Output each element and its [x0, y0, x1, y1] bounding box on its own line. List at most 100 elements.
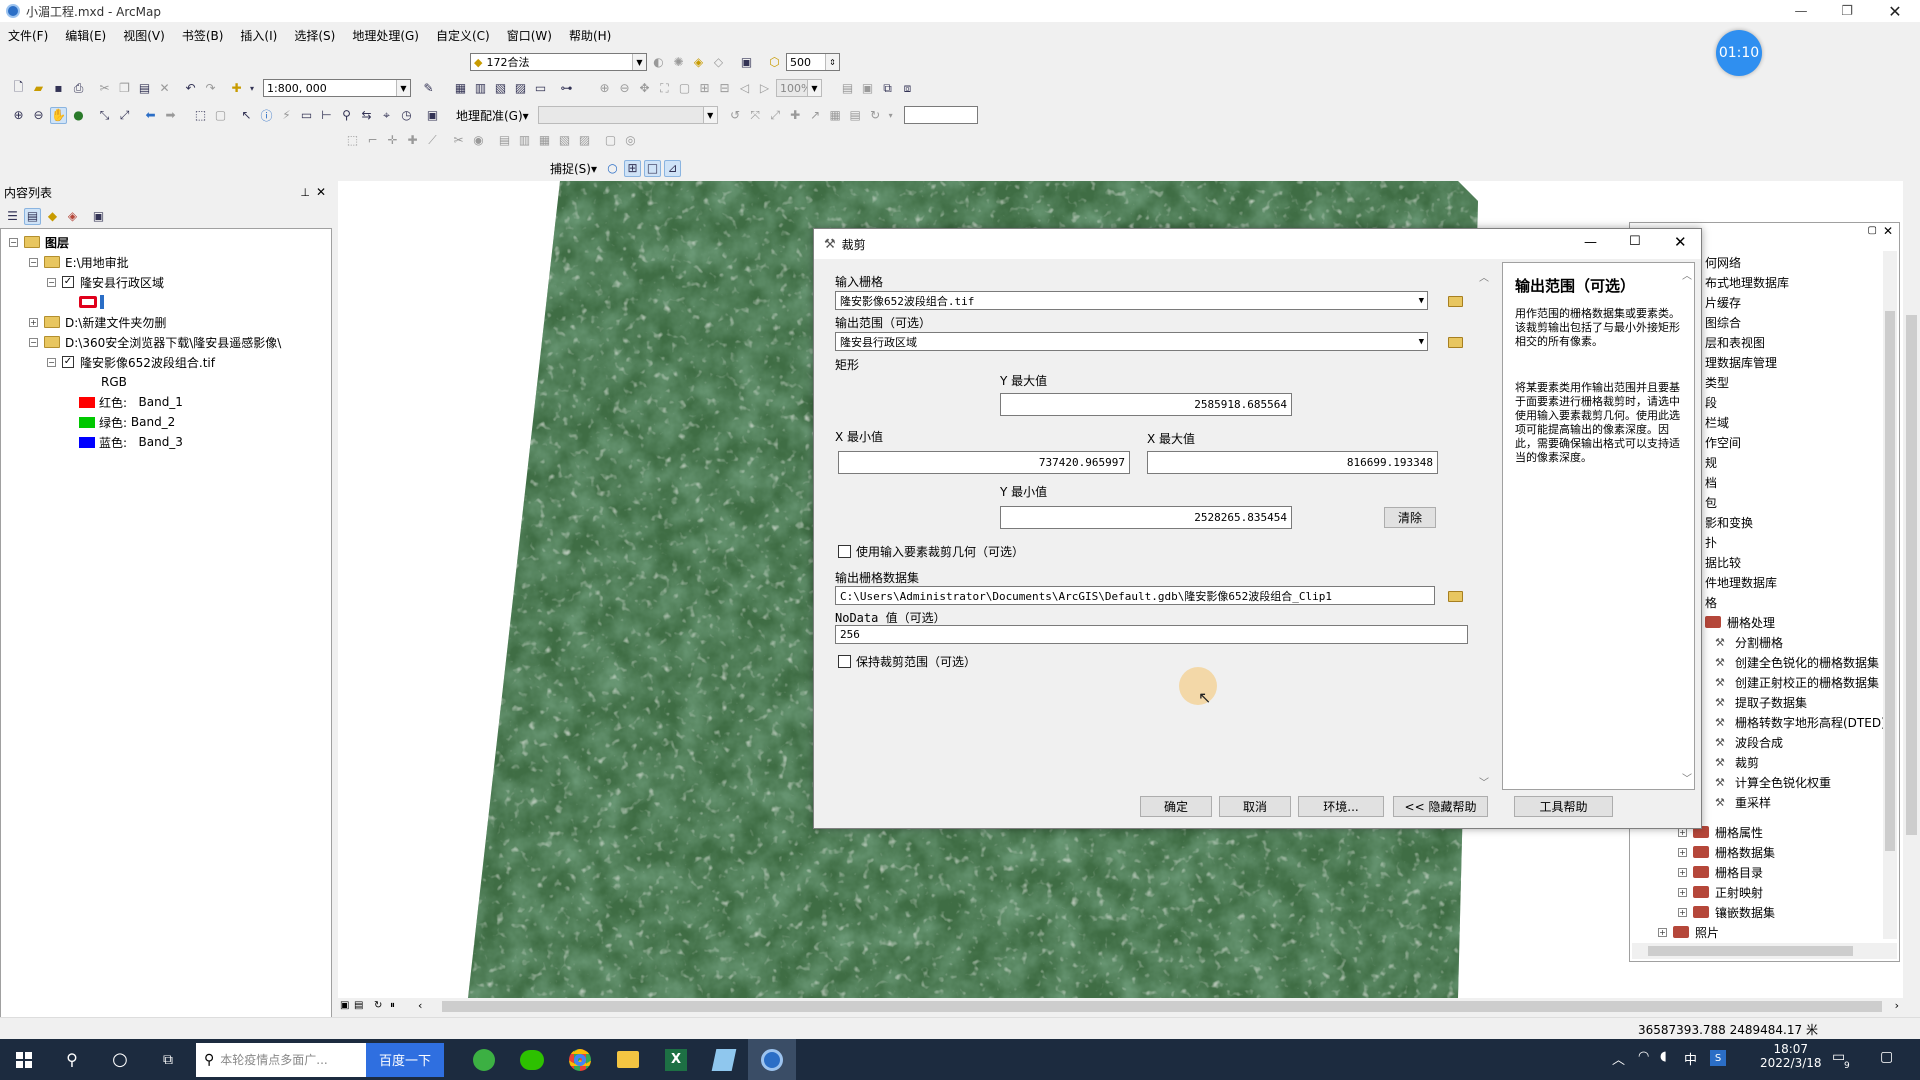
toolbox-item[interactable]: 规 — [1705, 453, 1717, 471]
create-viewer-icon[interactable]: ▣ — [424, 107, 441, 124]
minimize-button[interactable]: — — [1778, 0, 1824, 22]
new-doc-icon[interactable]: 🗋 — [10, 80, 27, 97]
ymin-input[interactable]: 2528265.835454 — [1000, 506, 1292, 529]
find-icon[interactable]: ⚲ — [338, 107, 355, 124]
menu-edit[interactable]: 编辑(E) — [65, 27, 106, 44]
layout-zoom-combo[interactable]: 100% ▼ — [776, 79, 822, 97]
maximize-button[interactable]: ❐ — [1824, 0, 1870, 22]
scroll-thumb[interactable] — [1906, 315, 1917, 835]
toc-folder-row[interactable]: + D:\新建文件夹勿删 — [29, 313, 166, 331]
tool-item[interactable]: ⚒ 分割栅格 — [1715, 633, 1783, 651]
create-features-icon[interactable]: ▦ — [536, 132, 553, 149]
catalog-icon[interactable]: ▥ — [472, 80, 489, 97]
output-raster-field[interactable]: C:\Users\Administrator\Documents\ArcGIS\… — [835, 586, 1435, 605]
scroll-thumb[interactable] — [442, 1001, 1882, 1012]
ime-indicator[interactable]: 中 — [1684, 1049, 1697, 1068]
focus-frame-icon[interactable]: ▣ — [859, 80, 876, 97]
toolbox-item[interactable]: 件地理数据库 — [1705, 573, 1777, 591]
midpoint-icon[interactable]: ✚ — [404, 132, 421, 149]
network-icon[interactable]: ◠ — [1638, 1049, 1649, 1064]
band-row[interactable]: 蓝色: Band_3 — [79, 433, 183, 451]
copy-icon[interactable]: ❐ — [116, 80, 133, 97]
layout-zoom-in-icon[interactable]: ⊕ — [596, 80, 613, 97]
xmin-input[interactable]: 737420.965997 — [838, 451, 1130, 474]
collapse-icon[interactable]: − — [9, 237, 18, 247]
toolbox-item[interactable]: 档 — [1705, 473, 1717, 491]
recording-timer[interactable]: 01:10 — [1716, 30, 1762, 76]
layer-visibility-checkbox[interactable]: ✓ — [62, 356, 74, 368]
toolbox-vertical-scrollbar[interactable] — [1883, 251, 1897, 939]
layout-full-icon[interactable]: ⛶ — [656, 80, 673, 97]
ymax-input[interactable]: 2585918.685564 — [1000, 393, 1292, 416]
scroll-thumb[interactable] — [1648, 946, 1853, 956]
expand-icon[interactable]: + — [1658, 927, 1667, 937]
toolset-item[interactable]: + 照片 — [1658, 923, 1719, 941]
menu-geoprocessing[interactable]: 地理处理(G) — [352, 27, 419, 44]
map-scale-combo[interactable]: 1:800, 000 ▼ — [263, 79, 411, 97]
cancel-button[interactable]: 取消 — [1219, 796, 1291, 817]
scroll-down-icon[interactable]: ﹀ — [1479, 774, 1489, 789]
tool-item[interactable]: ⚒ 重采样 — [1715, 793, 1771, 811]
tool-item[interactable]: ⚒ 创建全色锐化的栅格数据集 — [1715, 653, 1879, 671]
menu-bookmarks[interactable]: 书签(B) — [182, 27, 224, 44]
band-row[interactable]: 红色: Band_1 — [79, 393, 183, 411]
toc-folder-row[interactable]: − E:\用地审批 — [29, 253, 129, 271]
change-layout-icon[interactable]: ⧉ — [879, 80, 896, 97]
dialog-close-button[interactable]: ✕ — [1674, 233, 1687, 251]
find-route-icon[interactable]: ⇆ — [358, 107, 375, 124]
menu-selection[interactable]: 选择(S) — [294, 27, 335, 44]
table-icon[interactable]: ▦ — [452, 80, 469, 97]
forward-extent-icon[interactable]: ➡ — [162, 107, 179, 124]
toolbox-item[interactable]: 扑 — [1705, 533, 1717, 551]
layer-combo[interactable]: ◆ 172合法 ▼ — [470, 53, 647, 71]
toolbox-item[interactable]: 包 — [1705, 493, 1717, 511]
go-to-xy-icon[interactable]: ⌖ — [378, 107, 395, 124]
collapse-icon[interactable]: − — [47, 277, 56, 287]
toolbox-item[interactable]: 图综合 — [1705, 313, 1741, 331]
scale-icon[interactable]: ⬡ — [766, 54, 783, 71]
contrast-icon[interactable]: ◐ — [650, 54, 667, 71]
baidu-search-button[interactable]: 百度一下 — [366, 1042, 444, 1077]
tool-item[interactable]: ⚒ 裁剪 — [1715, 753, 1759, 771]
measure-icon[interactable]: ⊢ — [318, 107, 335, 124]
select-link-icon[interactable]: ↗ — [807, 107, 824, 124]
volume-icon[interactable]: ◖ — [1660, 1049, 1667, 1064]
sketch-tool-icon[interactable]: ⬚ — [344, 132, 361, 149]
effects-icon[interactable]: ◈ — [690, 54, 707, 71]
collapse-icon[interactable]: − — [29, 337, 38, 347]
input-raster-field[interactable]: 隆安影像652波段组合.tif ▼ — [835, 291, 1428, 310]
rotate-icon[interactable]: ↺ — [727, 107, 744, 124]
zoom-out-icon[interactable]: ⊖ — [30, 107, 47, 124]
taskbar-app-360[interactable] — [460, 1039, 508, 1080]
edit-annotation-icon[interactable]: ▨ — [576, 132, 593, 149]
vertex-icon[interactable]: ⌐ — [364, 132, 381, 149]
tool-help-button[interactable]: 工具帮助 — [1514, 796, 1613, 817]
expand-icon[interactable]: + — [1678, 907, 1687, 917]
toolset-item[interactable]: + 镶嵌数据集 — [1678, 903, 1775, 921]
attributes-icon[interactable]: ▤ — [496, 132, 513, 149]
toc-layer-row[interactable]: − ✓ 隆安县行政区域 — [47, 273, 164, 291]
paste-icon[interactable]: ▤ — [136, 80, 153, 97]
undo-icon[interactable]: ↶ — [182, 80, 199, 97]
toolset-item[interactable]: + 栅格数据集 — [1678, 843, 1775, 861]
snapping-menu[interactable]: 捕捉(S)▾ — [550, 160, 597, 177]
browse-output-button[interactable] — [1444, 586, 1466, 606]
georef-layer-combo[interactable]: ▼ — [537, 106, 718, 124]
collapse-icon[interactable]: − — [47, 357, 56, 367]
rotate-dropdown-icon[interactable]: ▾ — [887, 107, 895, 124]
menu-customize[interactable]: 自定义(C) — [436, 27, 490, 44]
polygon-symbol[interactable] — [79, 293, 104, 311]
use-input-geometry-checkbox[interactable]: 使用输入要素裁剪几何（可选） — [838, 543, 1024, 560]
extent-field[interactable]: 隆安县行政区域 ▼ — [835, 332, 1428, 351]
expand-icon[interactable]: + — [1678, 887, 1687, 897]
tool-item[interactable]: ⚒ 栅格转数字地形高程(DTED) — [1715, 713, 1886, 731]
menu-file[interactable]: 文件(F) — [8, 27, 48, 44]
delete-icon[interactable]: ✕ — [156, 80, 173, 97]
georef-input[interactable] — [903, 106, 978, 124]
toolbox-item[interactable]: 作空间 — [1705, 433, 1741, 451]
toc-options-icon[interactable]: ▣ — [90, 208, 107, 225]
layout-forward-icon[interactable]: ▷ — [756, 80, 773, 97]
ok-button[interactable]: 确定 — [1140, 796, 1212, 817]
expand-icon[interactable]: + — [1678, 867, 1687, 877]
scroll-right-icon[interactable]: › — [1895, 999, 1899, 1012]
